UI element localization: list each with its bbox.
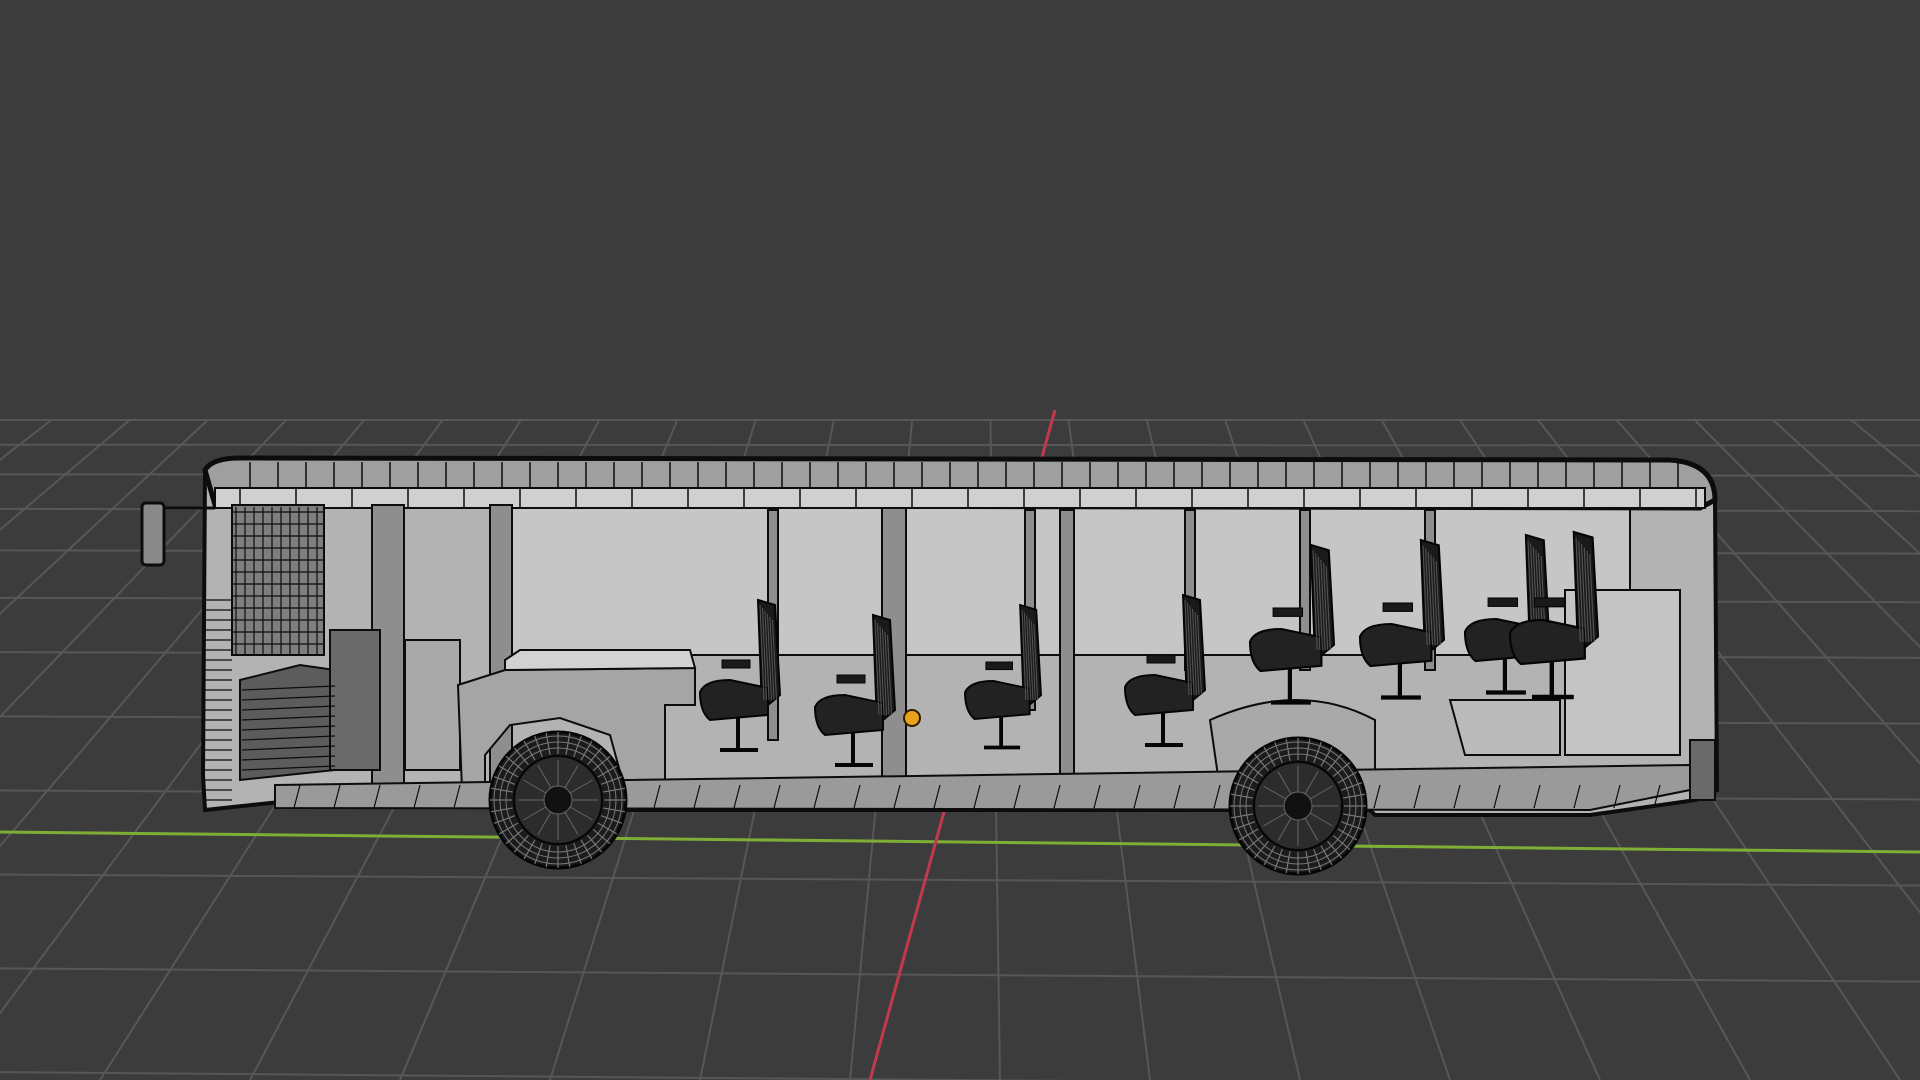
3d-viewport[interactable]	[0, 0, 1920, 1080]
seat-armrest	[1533, 597, 1566, 608]
seat-armrest	[985, 661, 1013, 671]
seat-cushion	[964, 680, 1031, 720]
seat-cushion	[1508, 618, 1586, 666]
seat-cushion	[1358, 622, 1433, 668]
dashboard	[239, 663, 336, 782]
seat-armrest	[1146, 654, 1176, 664]
seat-armrest	[721, 659, 751, 669]
front-arch-lid	[504, 649, 697, 672]
pillar	[489, 504, 513, 791]
rear-wheel[interactable]	[1228, 736, 1368, 876]
grid-line	[0, 443, 1920, 447]
front-wheel[interactable]	[488, 730, 628, 870]
seat-armrest	[836, 674, 866, 684]
viewport-canvas[interactable]	[0, 0, 1920, 1080]
pillar	[1059, 509, 1075, 811]
seat-armrest	[1382, 602, 1414, 612]
seat-cushion	[1248, 627, 1323, 673]
mirror-glass	[140, 501, 166, 567]
driver-seat	[329, 629, 381, 771]
seat-armrest	[1487, 597, 1519, 607]
seat-armrest	[1272, 607, 1304, 617]
hub-center	[543, 785, 573, 815]
front-door	[404, 639, 461, 771]
object-origin-point[interactable]	[903, 709, 921, 727]
rear-platform	[1448, 699, 1561, 756]
seat-cushion	[698, 678, 769, 722]
window-rail	[214, 487, 1706, 509]
seat-cushion	[813, 693, 884, 737]
hub-center	[1283, 791, 1313, 821]
seat-cushion	[1123, 673, 1194, 717]
rear-corner-panel	[1689, 739, 1716, 801]
